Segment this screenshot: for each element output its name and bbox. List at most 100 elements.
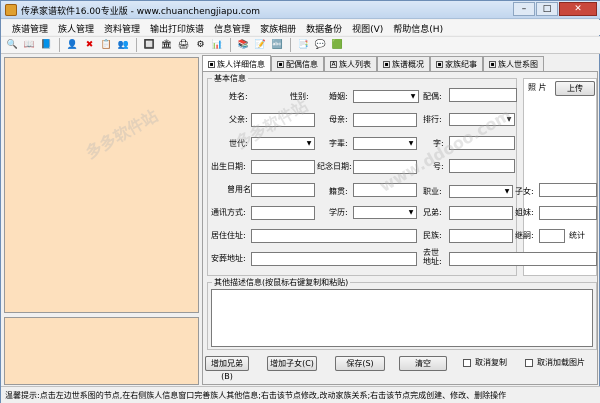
- tab-member-detail[interactable]: ▪ 族人详细信息: [202, 55, 271, 71]
- former-name-field[interactable]: [251, 183, 315, 197]
- add-brother-button[interactable]: 增加兄弟(B): [205, 356, 249, 381]
- title-bar[interactable]: 传承家谱软件16.00专业版 - www.chuanchengjiapu.com…: [1, 1, 600, 19]
- minimize-button[interactable]: –: [513, 2, 535, 16]
- menu-members[interactable]: 族人管理: [53, 20, 99, 35]
- rank-select[interactable]: [449, 113, 515, 126]
- sisters-field[interactable]: [539, 206, 597, 220]
- job-select[interactable]: [449, 185, 513, 198]
- sisters-label: 姐妹:: [515, 208, 534, 217]
- nation-field[interactable]: [449, 229, 513, 243]
- courtesy-name-field[interactable]: [449, 136, 515, 150]
- person-icon: ▪: [208, 60, 215, 68]
- tab-lineage-chart[interactable]: ▪ 族人世系图: [483, 56, 544, 71]
- basic-info-group: 基本信息: [207, 73, 517, 276]
- person-icon: ▪: [277, 61, 284, 68]
- person-icon[interactable]: 👤: [65, 38, 80, 53]
- toolbar: 🔍 📖 📘 👤 ✖ 📋 👥 🔲 🏛 🖨 ⚙ 📊 📚 📝 🔤 📑 💬 🟩: [1, 36, 600, 54]
- books-icon[interactable]: 📚: [236, 38, 251, 53]
- father-field[interactable]: [251, 113, 315, 127]
- menu-backup[interactable]: 数据备份: [301, 20, 347, 35]
- gender-label: 性别:: [290, 92, 309, 101]
- tab-family-events[interactable]: ▪ 家族纪事: [430, 56, 483, 71]
- marital-label: 婚姻:: [329, 92, 348, 101]
- menu-help[interactable]: 帮助信息(H): [388, 20, 448, 35]
- people-icon[interactable]: 👥: [116, 38, 131, 53]
- menu-album[interactable]: 家族相册: [255, 20, 301, 35]
- brothers-field[interactable]: [449, 206, 513, 220]
- rank-label: 排行:: [423, 115, 442, 124]
- name-label: 姓名:: [229, 92, 248, 101]
- cancel-copy-checkbox[interactable]: [463, 359, 471, 367]
- menu-info[interactable]: 信息管理: [209, 20, 255, 35]
- flag-icon: ▪: [436, 61, 443, 68]
- burial-address-field[interactable]: [251, 252, 417, 266]
- search-icon[interactable]: 🔍: [5, 38, 20, 53]
- tree-icon[interactable]: 🔲: [142, 38, 157, 53]
- window-title: 传承家谱软件16.00专业版 - www.chuanchengjiapu.com: [21, 7, 261, 17]
- add-child-button[interactable]: 增加子女(C): [267, 356, 317, 371]
- tab-genealogy-overview[interactable]: ▪ 族谱概况: [377, 56, 430, 71]
- book-icon: ▪: [383, 61, 390, 68]
- nation-label: 民族:: [423, 231, 442, 240]
- hao-field[interactable]: [449, 159, 515, 173]
- menu-view[interactable]: 视图(V): [347, 20, 388, 35]
- exit-icon[interactable]: 🟩: [330, 38, 345, 53]
- document-icon[interactable]: 📑: [296, 38, 311, 53]
- birth-date-field[interactable]: [251, 160, 315, 174]
- successor-field[interactable]: [539, 229, 565, 243]
- save-button[interactable]: 保存(S): [335, 356, 385, 371]
- origin-field[interactable]: [353, 183, 417, 197]
- education-label: 学历:: [329, 208, 348, 217]
- maximize-button[interactable]: □: [536, 2, 558, 16]
- list-icon[interactable]: 📋: [99, 38, 114, 53]
- member-detail-area: ▪ 族人详细信息 ▪ 配偶信息 A 族人列表 ▪ 族谱概况 ▪ 家族纪事 ▪ 族人世系图 基…: [202, 55, 598, 385]
- memorial-date-field[interactable]: [353, 160, 417, 174]
- upload-button[interactable]: 上传: [555, 81, 595, 96]
- cancel-photo-label: 取消加载图片: [537, 358, 585, 367]
- birth-date-label: 出生日期:: [211, 162, 246, 171]
- book-icon[interactable]: 📖: [22, 38, 37, 53]
- tab-label: 族谱概况: [392, 60, 424, 69]
- children-field[interactable]: [539, 183, 597, 197]
- education-select[interactable]: [353, 206, 417, 219]
- mother-field[interactable]: [353, 113, 417, 127]
- menu-print[interactable]: 输出打印族谱: [145, 20, 209, 35]
- delete-icon[interactable]: ✖: [82, 38, 97, 53]
- menu-genealogy[interactable]: 族谱管理: [7, 20, 53, 35]
- death-place-field[interactable]: [449, 252, 597, 266]
- note-icon[interactable]: 📝: [253, 38, 268, 53]
- chart-icon[interactable]: 📊: [210, 38, 225, 53]
- tab-member-list[interactable]: A 族人列表: [324, 56, 377, 71]
- settings-icon[interactable]: ⚙: [193, 38, 208, 53]
- tab-label: 配偶信息: [286, 60, 318, 69]
- stats-label[interactable]: 统计: [569, 231, 585, 241]
- list-icon: A: [330, 61, 337, 68]
- blue-book-icon[interactable]: 📘: [39, 38, 54, 53]
- photo-box[interactable]: [523, 78, 597, 276]
- building-icon[interactable]: 🏛: [159, 38, 174, 53]
- former-name-label: 曾用名:: [227, 185, 254, 194]
- menu-data[interactable]: 资料管理: [99, 20, 145, 35]
- group-title: 其他描述信息(按鼠标右键复制和粘贴): [212, 277, 351, 288]
- genealogy-tree-panel[interactable]: [4, 57, 199, 313]
- marital-select[interactable]: [353, 90, 419, 103]
- member-preview-panel[interactable]: [4, 317, 199, 385]
- print-icon[interactable]: 🖨: [176, 38, 191, 53]
- address-field[interactable]: [251, 229, 417, 243]
- contact-field[interactable]: [251, 206, 315, 220]
- close-button[interactable]: ✕: [559, 2, 597, 16]
- cancel-photo-checkbox[interactable]: [525, 359, 533, 367]
- zibei-select[interactable]: [353, 137, 417, 150]
- description-textarea[interactable]: [211, 289, 593, 347]
- generation-select[interactable]: [251, 137, 315, 150]
- contact-label: 通讯方式:: [211, 208, 246, 217]
- tree-icon: ▪: [489, 61, 496, 68]
- tab-spouse-info[interactable]: ▪ 配偶信息: [271, 56, 324, 71]
- chat-icon[interactable]: 💬: [313, 38, 328, 53]
- zibei-label: 字辈:: [329, 139, 348, 148]
- spouse-field[interactable]: [449, 88, 517, 102]
- clear-button[interactable]: 清空: [399, 356, 447, 371]
- font-icon[interactable]: 🔤: [270, 38, 285, 53]
- courtesy-name-label: 字:: [433, 139, 444, 148]
- group-title: 基本信息: [212, 73, 248, 84]
